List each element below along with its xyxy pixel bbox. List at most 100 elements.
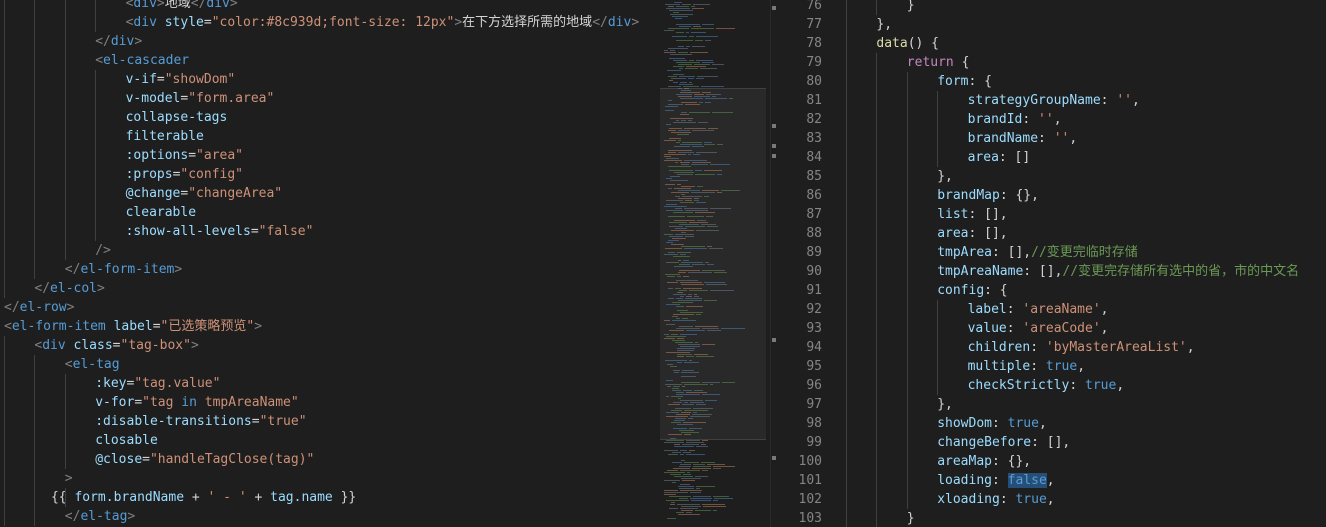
minimap-line bbox=[664, 334, 669, 335]
minimap-line bbox=[685, 200, 692, 201]
minimap-line bbox=[702, 62, 714, 63]
minimap-line bbox=[709, 248, 723, 249]
minimap-line bbox=[664, 206, 687, 207]
minimap-line bbox=[680, 312, 703, 313]
minimap-line bbox=[707, 264, 714, 265]
minimap-line bbox=[676, 120, 679, 121]
minimap-line bbox=[666, 204, 677, 205]
code-token: > bbox=[127, 509, 136, 524]
minimap-line bbox=[680, 254, 686, 255]
indent-guide bbox=[34, 89, 36, 108]
minimap-line bbox=[679, 466, 691, 467]
minimap-line bbox=[717, 174, 722, 175]
minimap-line bbox=[675, 288, 681, 289]
minimap-line bbox=[680, 334, 697, 335]
minimap-line bbox=[671, 502, 675, 503]
indent-guide bbox=[64, 203, 66, 222]
indent-guide bbox=[64, 374, 66, 393]
minimap-line bbox=[691, 500, 711, 501]
line-number: 95 bbox=[806, 359, 822, 374]
minimap-line bbox=[696, 152, 717, 153]
editor-window: <div>地域</div> <div style="color:#8c939d;… bbox=[0, 0, 1326, 527]
minimap-line bbox=[690, 498, 712, 499]
code-token: , bbox=[1186, 340, 1195, 355]
minimap-line bbox=[666, 158, 679, 159]
minimap-line bbox=[664, 52, 676, 53]
minimap-line bbox=[678, 88, 682, 89]
indent-guide bbox=[937, 376, 939, 395]
minimap-line bbox=[707, 464, 725, 465]
minimap-line bbox=[665, 110, 674, 111]
indent-guide bbox=[876, 224, 878, 243]
code-line: <div class="tag-box"> bbox=[0, 336, 660, 355]
code-token: "tag bbox=[142, 395, 182, 410]
minimap-line bbox=[673, 256, 690, 257]
indent-guide bbox=[4, 450, 5, 469]
indent-guide bbox=[4, 32, 5, 51]
minimap[interactable] bbox=[660, 0, 770, 527]
line-number: 82 bbox=[806, 112, 822, 127]
indent-guide bbox=[846, 490, 847, 509]
indent-guide bbox=[906, 490, 908, 509]
indent-guide bbox=[906, 376, 908, 395]
minimap-line bbox=[681, 102, 697, 103]
minimap-line bbox=[693, 466, 711, 467]
minimap-line bbox=[686, 46, 690, 47]
code-line: 77}, bbox=[782, 15, 1326, 34]
minimap-line bbox=[666, 500, 689, 501]
indent-guide bbox=[4, 260, 5, 279]
right-code-pane[interactable]: 76} 77}, 78 data() {79 return {80 form: {81st… bbox=[782, 0, 1326, 527]
minimap-line bbox=[690, 492, 701, 493]
code-token: : bbox=[1100, 93, 1117, 108]
minimap-line bbox=[686, 66, 706, 67]
minimap-line bbox=[676, 298, 683, 299]
minimap-line bbox=[676, 414, 690, 415]
minimap-line bbox=[693, 154, 700, 155]
minimap-line bbox=[680, 450, 687, 451]
indent-guide bbox=[906, 91, 908, 110]
minimap-line bbox=[677, 310, 688, 311]
minimap-line bbox=[695, 326, 718, 327]
minimap-line bbox=[698, 122, 708, 123]
minimap-line bbox=[672, 388, 679, 389]
code-token: > bbox=[631, 15, 640, 30]
code-token: > bbox=[134, 34, 143, 49]
minimap-line bbox=[677, 348, 695, 349]
code-token: }, bbox=[937, 169, 953, 184]
indent-guide bbox=[34, 412, 36, 431]
minimap-line bbox=[702, 24, 714, 25]
code-token: </ bbox=[4, 300, 20, 315]
indent-guide bbox=[906, 224, 908, 243]
indent-guide bbox=[876, 490, 878, 509]
code-line: 92 label: 'areaName', bbox=[782, 300, 1326, 319]
minimap-line bbox=[696, 60, 713, 61]
minimap-line bbox=[702, 270, 725, 271]
minimap-line bbox=[685, 298, 702, 299]
minimap-line bbox=[675, 234, 694, 235]
indent-guide bbox=[95, 127, 97, 146]
code-token: el-col bbox=[50, 281, 98, 296]
code-token: '' bbox=[1116, 93, 1132, 108]
minimap-line bbox=[710, 290, 734, 291]
code-token: </ bbox=[64, 509, 81, 524]
left-code-pane[interactable]: <div>地域</div> <div style="color:#8c939d;… bbox=[0, 0, 660, 527]
right-code-lines: 76} 77}, 78 data() {79 return {80 form: {81st… bbox=[782, 0, 1326, 527]
code-token: in bbox=[181, 395, 197, 410]
code-token: true bbox=[1045, 359, 1078, 374]
minimap-line bbox=[666, 210, 683, 211]
indent-guide bbox=[34, 241, 36, 260]
indent-guide bbox=[34, 70, 36, 89]
line-number: 98 bbox=[806, 416, 822, 431]
scrollbar-marker bbox=[772, 6, 776, 10]
indent-guide bbox=[876, 243, 878, 262]
line-number: 84 bbox=[806, 150, 822, 165]
minimap-line bbox=[696, 78, 704, 79]
minimap-line bbox=[668, 454, 678, 455]
code-line: </el-form-item> bbox=[0, 260, 660, 279]
minimap-line bbox=[677, 252, 691, 253]
minimap-line bbox=[670, 50, 675, 51]
minimap-line bbox=[710, 208, 731, 209]
minimap-line bbox=[694, 198, 699, 199]
minimap-line bbox=[705, 102, 711, 103]
code-token: </ bbox=[34, 281, 51, 296]
